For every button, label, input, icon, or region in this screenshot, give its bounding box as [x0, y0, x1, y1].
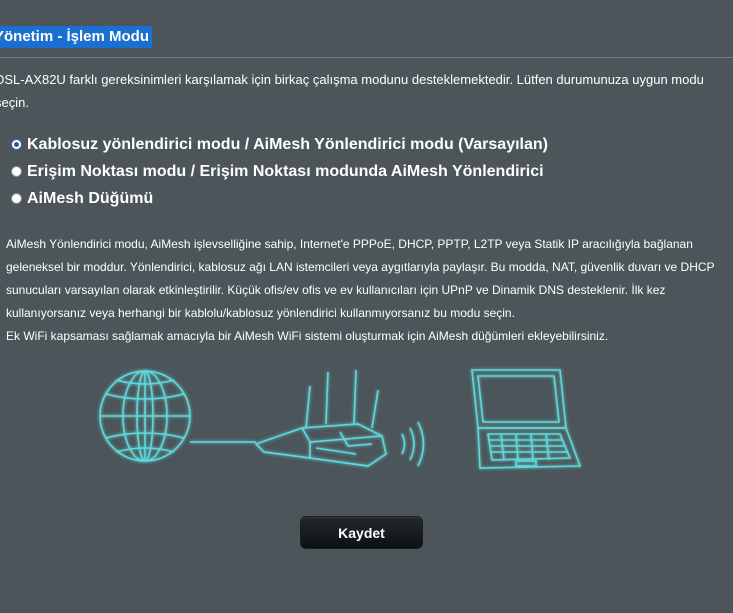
mode-description-paragraph: AiMesh Yönlendirici modu, AiMesh işlevse… [6, 237, 715, 320]
operation-mode-options: Kablosuz yönlendirici modu / AiMesh Yönl… [11, 131, 548, 212]
router-icon [254, 369, 387, 467]
mode-label-access-point[interactable]: Erişim Noktası modu / Erişim Noktası mod… [27, 163, 544, 181]
save-button[interactable]: Kaydet [300, 516, 423, 549]
intro-text: DSL-AX82U farklı gereksinimleri karşılam… [0, 72, 704, 110]
laptop-icon [471, 369, 582, 469]
page-title: Yönetim - İşlem Modu [0, 26, 153, 48]
radio-aimesh-node[interactable] [11, 193, 22, 204]
mode-description-note: Ek WiFi kapsaması sağlamak amacıyla bir … [6, 329, 609, 343]
wifi-signal-icon [401, 421, 425, 467]
globe-icon [99, 370, 191, 462]
network-illustration [99, 369, 582, 469]
operation-mode-page: Yönetim - İşlem Modu DSL-AX82U farklı ge… [0, 0, 733, 613]
mode-label-aimesh-node[interactable]: AiMesh Düğümü [27, 190, 153, 208]
mode-option-access-point[interactable]: Erişim Noktası modu / Erişim Noktası mod… [11, 158, 548, 185]
radio-access-point[interactable] [11, 166, 22, 177]
title-divider [0, 57, 733, 58]
mode-option-wireless-router[interactable]: Kablosuz yönlendirici modu / AiMesh Yönl… [11, 131, 548, 158]
mode-option-aimesh-node[interactable]: AiMesh Düğümü [11, 185, 548, 212]
mode-description: AiMesh Yönlendirici modu, AiMesh işlevse… [6, 233, 726, 348]
radio-wireless-router[interactable] [11, 139, 22, 150]
mode-label-wireless-router[interactable]: Kablosuz yönlendirici modu / AiMesh Yönl… [27, 136, 548, 154]
